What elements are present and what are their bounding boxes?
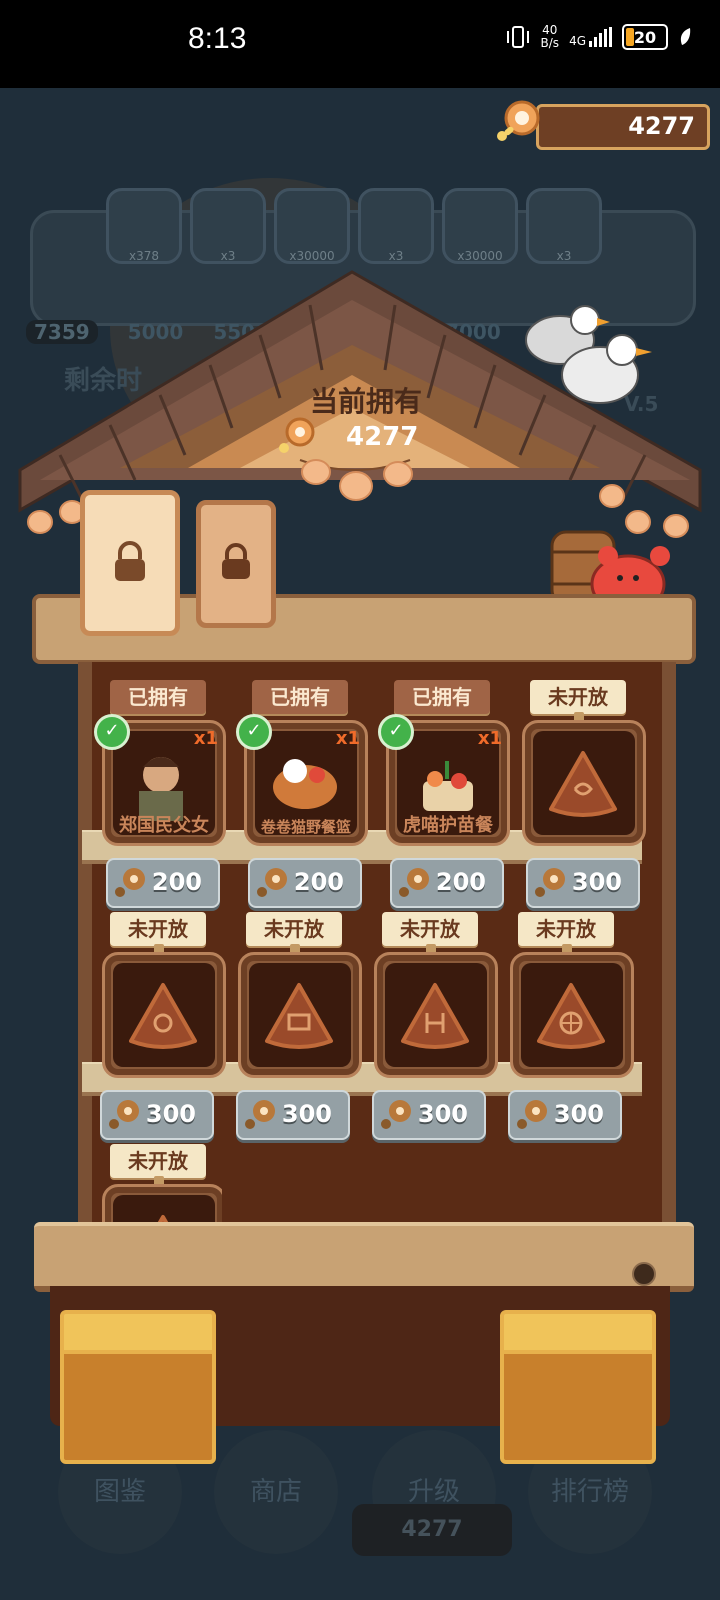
item-name: 郑国民父女 [119, 815, 209, 836]
item-multiplier: x1 [477, 728, 502, 749]
drumstick-icon [257, 868, 287, 897]
fish-chest[interactable] [500, 1310, 656, 1464]
drumstick-icon [517, 1100, 547, 1129]
price-button[interactable]: 200 [106, 858, 220, 908]
rice-ball-icon [537, 983, 605, 1049]
collection-item-locked[interactable]: 未开放 [102, 1144, 222, 1222]
rice-ball-icon [157, 1215, 169, 1222]
item-frame [102, 1184, 222, 1222]
drumstick-icon [245, 1100, 275, 1129]
drumstick-icon [535, 868, 565, 897]
shop-house: 当前拥有 4277 已拥有 郑国民父女 ✓ x1 已拥有 卷卷猫野餐篮 ✓ x1 [0, 0, 720, 1600]
locked-card[interactable] [196, 500, 276, 628]
drumstick-icon [381, 1100, 411, 1129]
price-button[interactable]: 300 [526, 858, 640, 908]
item-name: 虎喵护苗餐 [403, 815, 493, 836]
item-multiplier: x1 [335, 728, 360, 749]
owned-check-icon: ✓ [236, 714, 272, 750]
house-count: 4277 [346, 422, 419, 452]
price-button[interactable]: 200 [248, 858, 362, 908]
item-name: 卷卷猫野餐篮 [260, 818, 351, 836]
house-title: 当前拥有 [309, 385, 422, 418]
item-status-tag: 已拥有 [252, 680, 348, 714]
price-button[interactable]: 300 [100, 1090, 214, 1140]
item-frame [102, 952, 226, 1078]
item-frame [510, 952, 634, 1078]
item-frame [374, 952, 498, 1078]
item-status-tag: 未开放 [518, 912, 614, 954]
locked-card[interactable] [80, 490, 180, 636]
item-frame [522, 720, 646, 846]
drumstick-icon [115, 868, 145, 897]
price-button[interactable]: 300 [372, 1090, 486, 1140]
item-multiplier: x1 [193, 728, 218, 749]
item-frame [238, 952, 362, 1078]
rice-ball-icon [401, 983, 469, 1049]
item-status-tag: 未开放 [246, 912, 342, 954]
item-status-tag: 未开放 [382, 912, 478, 954]
drawer-knob [632, 1262, 656, 1286]
rice-ball-icon [549, 751, 617, 817]
item-status-tag: 已拥有 [394, 680, 490, 714]
item-status-tag: 未开放 [110, 912, 206, 954]
price-button[interactable]: 300 [508, 1090, 622, 1140]
lock-icon [115, 541, 145, 581]
price-button[interactable]: 300 [236, 1090, 350, 1140]
drumstick-icon [399, 868, 429, 897]
lock-icon [222, 543, 250, 579]
item-status-tag: 已拥有 [110, 680, 206, 714]
bottom-plank [34, 1222, 694, 1292]
drumstick-icon [109, 1100, 139, 1129]
starfish-chest[interactable] [60, 1310, 216, 1464]
owned-check-icon: ✓ [378, 714, 414, 750]
owned-check-icon: ✓ [94, 714, 130, 750]
rice-ball-icon [129, 983, 197, 1049]
item-status-tag: 未开放 [110, 1144, 206, 1186]
item-status-tag: 未开放 [530, 680, 626, 722]
rice-ball-icon [265, 983, 333, 1049]
price-button[interactable]: 200 [390, 858, 504, 908]
